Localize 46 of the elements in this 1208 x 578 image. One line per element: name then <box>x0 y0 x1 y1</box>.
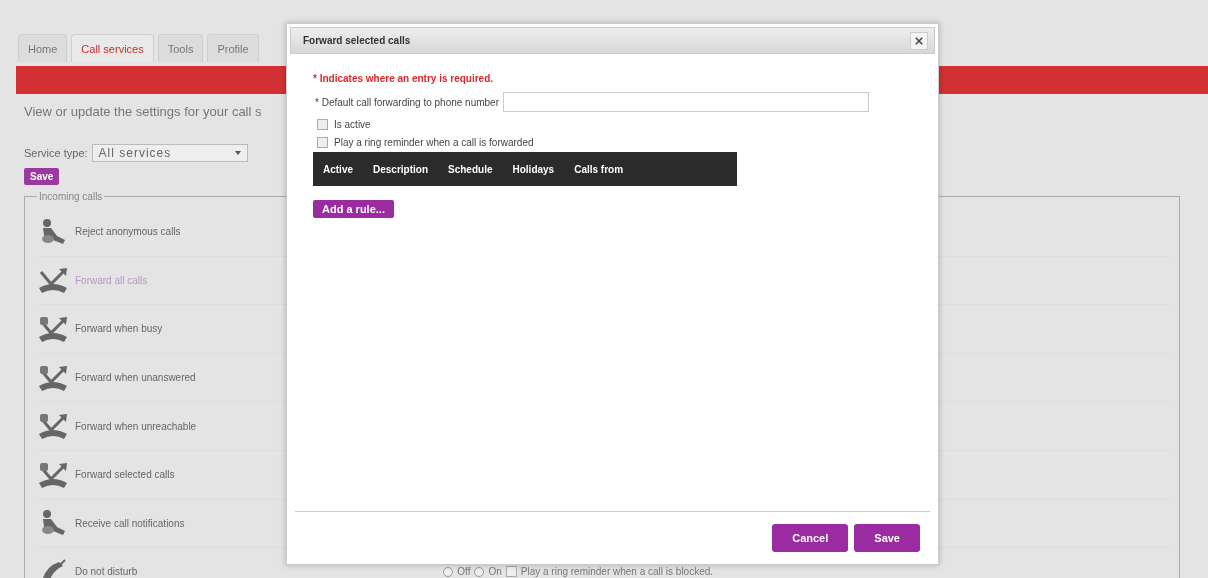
radio-label: Off <box>457 566 471 578</box>
phone-forward-icon <box>37 315 69 343</box>
required-note: * Indicates where an entry is required. <box>313 73 495 84</box>
service-link[interactable]: Forward when busy <box>75 323 163 335</box>
phone-input[interactable] <box>503 92 869 112</box>
dropdown-caret-icon <box>234 151 241 155</box>
intro-text: View or update the settings for your call s <box>24 104 262 119</box>
tab[interactable]: Profile <box>207 34 259 62</box>
close-icon <box>915 36 923 45</box>
phone-label: * Default call forwarding to phone number <box>315 96 499 108</box>
service-link[interactable]: Receive call notifications <box>75 517 185 529</box>
panel-legend: Incoming calls <box>37 191 105 202</box>
checkbox[interactable] <box>505 566 517 578</box>
tab[interactable]: Tools <box>157 34 204 62</box>
column-header: Schedule <box>448 163 493 175</box>
service-type-dropdown[interactable]: All services <box>91 144 248 162</box>
save-button[interactable]: Save <box>24 168 60 185</box>
service-link[interactable]: Do not disturb <box>75 566 138 578</box>
column-header: Calls from <box>574 163 624 175</box>
phone-forward-icon <box>37 460 69 489</box>
checkbox-label: Play a ring reminder when a call is blocked. <box>520 566 714 578</box>
add-rule-button[interactable]: Add a rule... <box>313 200 394 218</box>
dialog-button[interactable]: Save <box>854 524 920 552</box>
column-header: Active <box>323 163 353 175</box>
phone-forward-icon <box>37 412 69 441</box>
close-button[interactable] <box>910 31 928 50</box>
dialog-button[interactable]: Cancel <box>772 524 849 552</box>
column-header: Holidays <box>512 163 555 175</box>
service-link[interactable]: Forward selected calls <box>75 469 175 481</box>
column-header: Description <box>373 163 429 175</box>
service-link[interactable]: Forward when unanswered <box>75 372 196 384</box>
service-link[interactable]: Reject anonymous calls <box>75 226 181 238</box>
radio-label: On <box>488 566 502 578</box>
service-link[interactable]: Forward when unreachable <box>75 420 197 432</box>
checkbox[interactable] <box>317 137 328 148</box>
tab[interactable]: Home <box>18 34 68 62</box>
service-type-label: Service type: <box>24 147 88 159</box>
checkbox-label: Is active <box>334 119 371 130</box>
phone-forward-icon <box>37 266 69 295</box>
tab[interactable]: Call services <box>71 34 154 62</box>
dialog-title: Forward selected calls <box>303 35 411 46</box>
checkbox-label: Play a ring reminder when a call is forwarded <box>334 137 534 148</box>
radio-button[interactable] <box>443 566 454 577</box>
checkbox[interactable] <box>317 119 328 130</box>
phone-forward-icon <box>37 363 69 392</box>
radio-button[interactable] <box>474 566 485 577</box>
